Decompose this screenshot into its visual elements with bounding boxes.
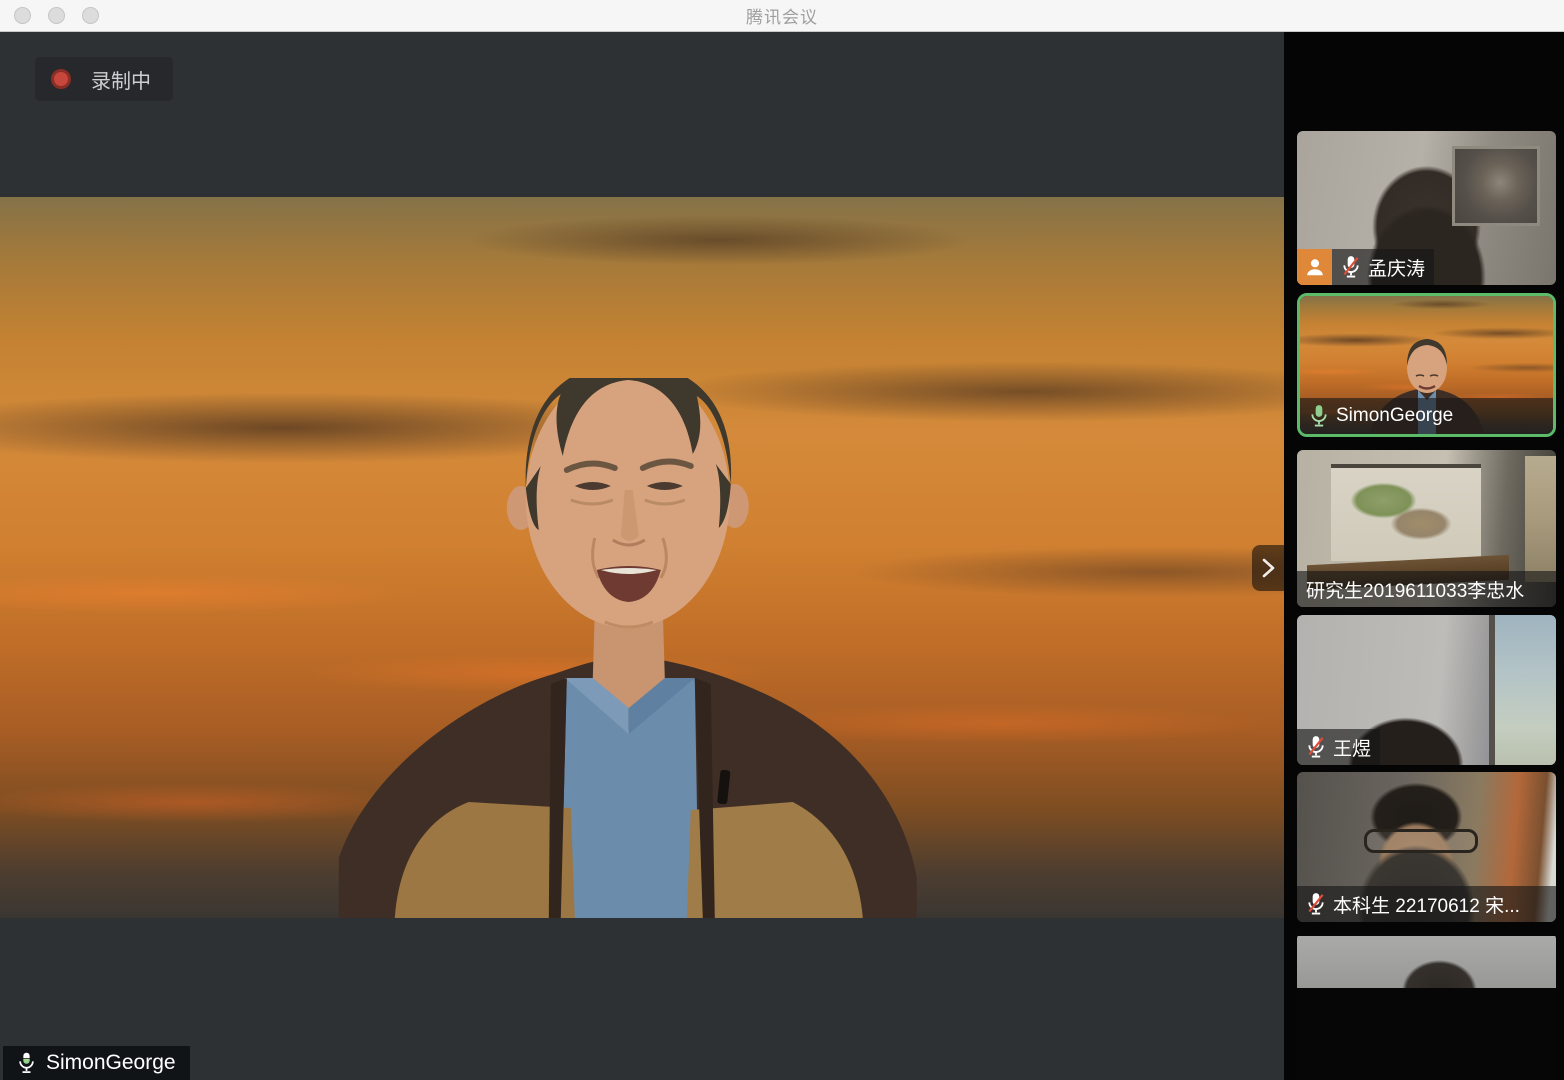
participant-label: SimonGeorge xyxy=(1300,398,1553,434)
participant-name: SimonGeorge xyxy=(1336,405,1453,427)
titlebar: 腾讯会议 xyxy=(0,0,1564,32)
participant-tile-partial[interactable] xyxy=(1297,933,1556,1080)
participant-name: 本科生 22170612 宋... xyxy=(1333,891,1520,918)
active-speaker-label: SimonGeorge xyxy=(3,1046,190,1080)
participant-tile[interactable]: 本科生 22170612 宋... xyxy=(1297,772,1556,922)
close-window-button[interactable] xyxy=(14,7,31,24)
participant-tile[interactable]: 王煜 xyxy=(1297,615,1556,765)
sidebar-collapse-tab[interactable] xyxy=(1252,545,1284,591)
wall-map xyxy=(1331,464,1481,561)
window-title: 腾讯会议 xyxy=(0,3,1564,28)
mic-muted-icon xyxy=(1306,735,1326,759)
recording-dot-icon xyxy=(51,69,71,89)
glasses xyxy=(1364,829,1478,853)
participant-label: 本科生 22170612 宋... xyxy=(1297,886,1556,922)
minimize-window-button[interactable] xyxy=(48,7,65,24)
mic-muted-icon xyxy=(1341,255,1361,279)
mic-on-icon xyxy=(17,1051,36,1075)
participant-name: 孟庆涛 xyxy=(1368,254,1425,281)
recording-label: 录制中 xyxy=(91,65,151,94)
participant-tile-active[interactable]: SimonGeorge xyxy=(1297,293,1556,437)
meeting-window: 腾讯会议 录制中 xyxy=(0,0,1564,1080)
participant-label: 孟庆涛 xyxy=(1332,249,1434,285)
wall-art xyxy=(1452,146,1540,226)
mic-muted-icon xyxy=(1306,892,1326,916)
participant-name: 研究生2019611033李忠水 xyxy=(1306,576,1524,603)
chevron-right-icon xyxy=(1260,557,1276,579)
main-stage: 录制中 xyxy=(0,32,1284,1080)
participant-video xyxy=(1297,936,1556,988)
host-badge xyxy=(1297,249,1332,285)
participant-tile[interactable]: 孟庆涛 xyxy=(1297,131,1556,285)
mic-on-icon xyxy=(1309,404,1329,428)
zoom-window-button[interactable] xyxy=(82,7,99,24)
participant-name: 王煜 xyxy=(1333,734,1371,761)
room-window xyxy=(1489,615,1556,765)
main-video-person xyxy=(299,378,959,918)
person-icon xyxy=(1304,256,1326,278)
traffic-lights xyxy=(14,7,99,24)
main-video xyxy=(0,197,1284,918)
participants-sidebar: 孟庆涛 xyxy=(1284,32,1564,1080)
active-speaker-name: SimonGeorge xyxy=(46,1051,176,1075)
wall-map-side xyxy=(1525,456,1556,582)
recording-badge[interactable]: 录制中 xyxy=(35,57,173,101)
participant-label: 研究生2019611033李忠水 xyxy=(1297,571,1556,607)
participant-tile[interactable]: 研究生2019611033李忠水 xyxy=(1297,450,1556,607)
participant-label: 王煜 xyxy=(1297,729,1380,765)
